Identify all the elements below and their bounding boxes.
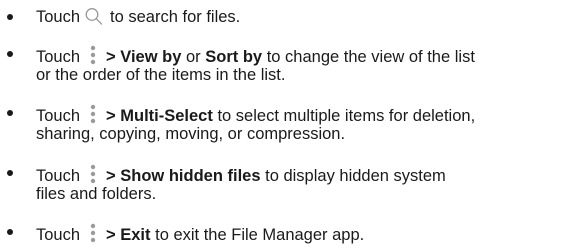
description-text-line2: sharing, copying, moving, or compression… [36,125,346,143]
bullet-dot [7,170,13,176]
touch-text: Touch [36,48,81,66]
list-item-text: Touch to search for files. [36,7,564,28]
description-text: to search for files. [110,8,241,26]
description-text: to display hidden system [265,167,446,185]
multi-select-label: > Multi-Select [106,107,213,125]
search-icon [84,7,106,25]
description-text: to change the view of the list [266,48,475,66]
touch-text: Touch [36,8,81,26]
more-options-icon [88,103,98,125]
more-options-icon [88,222,98,244]
bullet-dot [7,14,13,20]
description-text: to select multiple items for deletion, [217,107,476,125]
more-options-icon [88,163,98,185]
list-item-text: Touch > Exit to exit the File Manager app… [36,222,564,244]
exit-label: > Exit [106,226,151,244]
sort-by-label: Sort by [205,48,263,66]
list-item-text: Touch > Show hidden files to display hidd… [36,163,564,205]
list-item-text: Touch > View by or Sort by to change the … [36,44,564,86]
list-item-text: Touch > Multi-Select to select multiple i… [36,103,564,145]
bullet-dot [7,229,13,235]
more-options-icon [88,44,98,66]
show-hidden-files-label: > Show hidden files [106,167,261,185]
description-text-line2: or the order of the items in the list. [36,66,286,84]
or-text: or [186,48,201,66]
description-text: to exit the File Manager app. [155,226,365,244]
view-by-label: > View by [106,48,182,66]
touch-text: Touch [36,226,81,244]
bullet-dot [7,51,13,57]
description-text-line2: files and folders. [36,185,157,203]
touch-text: Touch [36,167,81,185]
bullet-dot [7,110,13,116]
touch-text: Touch [36,107,81,125]
